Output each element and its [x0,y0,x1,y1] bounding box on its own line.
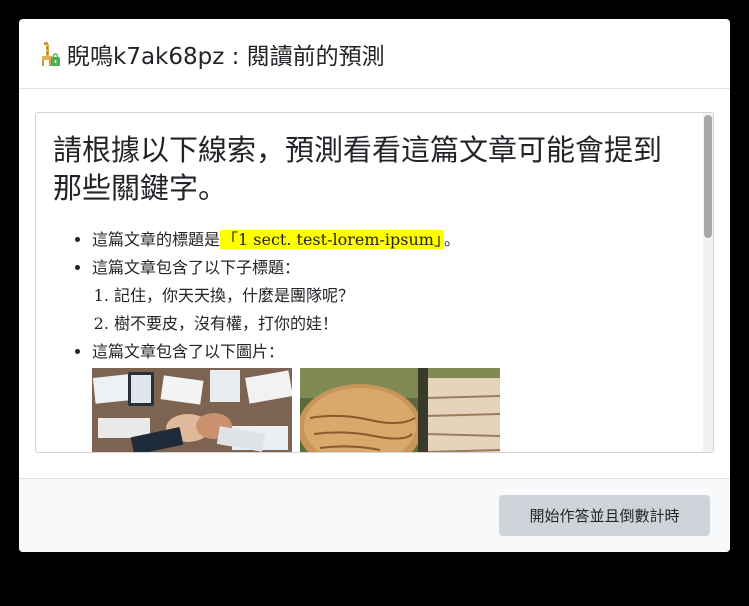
modal-title: 睨鳴k7ak68pz : 閱讀前的預測 [67,43,385,70]
scrollbar[interactable] [703,113,713,452]
clues-content: 請根據以下線索，預測看看這篇文章可能會提到那些關鍵字。 這篇文章的標題是「1 s… [36,113,703,452]
modal-header: 睨鳴k7ak68pz : 閱讀前的預測 [19,19,730,89]
subtitle-item: 記住，你天天換，什麼是團隊呢？ [114,282,500,310]
subtitle-item: 樹不要皮，沒有權，打你的娃！ [114,310,500,338]
clue-title: 這篇文章的標題是「1 sect. test-lorem-ipsum」。 [92,226,500,254]
clue-images-label: 這篇文章包含了以下圖片： [92,342,285,361]
clue-title-suffix: 。 [443,230,460,249]
tree-bark-image [300,368,500,452]
clue-list: 這篇文章的標題是「1 sect. test-lorem-ipsum」。 這篇文章… [36,226,500,452]
clue-images: 這篇文章包含了以下圖片： [92,338,500,452]
clue-subtitles: 這篇文章包含了以下子標題： 記住，你天天換，什麼是團隊呢？ 樹不要皮，沒有權，打… [92,254,500,338]
article-title-highlight: 「1 sect. test-lorem-ipsum」 [220,230,444,249]
giraffe-lock-icon [37,40,61,68]
scrollbar-thumb[interactable] [704,115,712,238]
image-row [92,368,500,452]
clue-subtitles-label: 這篇文章包含了以下子標題： [92,258,301,277]
start-answer-button[interactable]: 開始作答並且倒數計時 [499,495,710,536]
modal-footer: 開始作答並且倒數計時 [19,478,730,552]
clues-panel[interactable]: 請根據以下線索，預測看看這篇文章可能會提到那些關鍵字。 這篇文章的標題是「1 s… [35,112,714,453]
teamwork-fist-bump-image [92,368,292,452]
prediction-modal: 睨鳴k7ak68pz : 閱讀前的預測 請根據以下線索，預測看看這篇文章可能會提… [19,19,730,552]
subtitle-list: 記住，你天天換，什麼是團隊呢？ 樹不要皮，沒有權，打你的娃！ [92,282,500,338]
clue-title-prefix: 這篇文章的標題是 [92,230,221,249]
prediction-heading: 請根據以下線索，預測看看這篇文章可能會提到那些關鍵字。 [53,133,663,205]
